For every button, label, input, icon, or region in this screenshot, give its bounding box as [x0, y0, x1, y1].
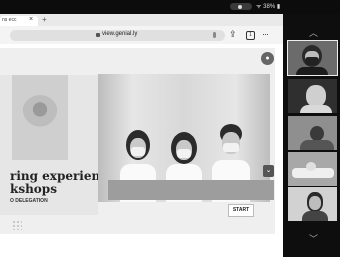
more-icon[interactable]: ··· [262, 29, 269, 39]
close-tab-icon[interactable]: × [29, 16, 33, 23]
slide-subtitle: O DELEGATION [10, 198, 48, 204]
participant-video-2[interactable] [288, 79, 337, 113]
chevron-up-icon[interactable]: ︿ [309, 26, 318, 39]
profile-icon[interactable]: ● [261, 52, 274, 65]
lock-icon [96, 33, 100, 37]
status-bar [0, 0, 340, 14]
chevron-down-icon[interactable]: ⌄ [263, 165, 274, 177]
coat-of-arms-icon [22, 95, 58, 131]
new-tab-icon[interactable]: + [42, 15, 47, 24]
url-text[interactable]: view.genial.ly [102, 31, 137, 37]
participant-video-3[interactable] [288, 116, 337, 150]
tabs-icon[interactable]: 1 [246, 31, 255, 40]
participant-video-1[interactable] [287, 40, 338, 76]
chevron-down-icon[interactable]: ﹀ [309, 232, 318, 245]
tab-title: ns ecc [2, 17, 17, 23]
decorative-dots [12, 220, 22, 230]
camera-dot-icon [238, 5, 242, 9]
start-button[interactable]: START [228, 204, 254, 217]
status-indicators: ᯤ 38% ▮ [256, 4, 281, 10]
participant-video-4[interactable] [288, 152, 337, 186]
share-icon[interactable]: ⇪ [229, 29, 237, 40]
desk-surface [108, 180, 274, 200]
microphone-icon[interactable] [213, 32, 216, 38]
participant-video-5[interactable] [288, 187, 337, 221]
